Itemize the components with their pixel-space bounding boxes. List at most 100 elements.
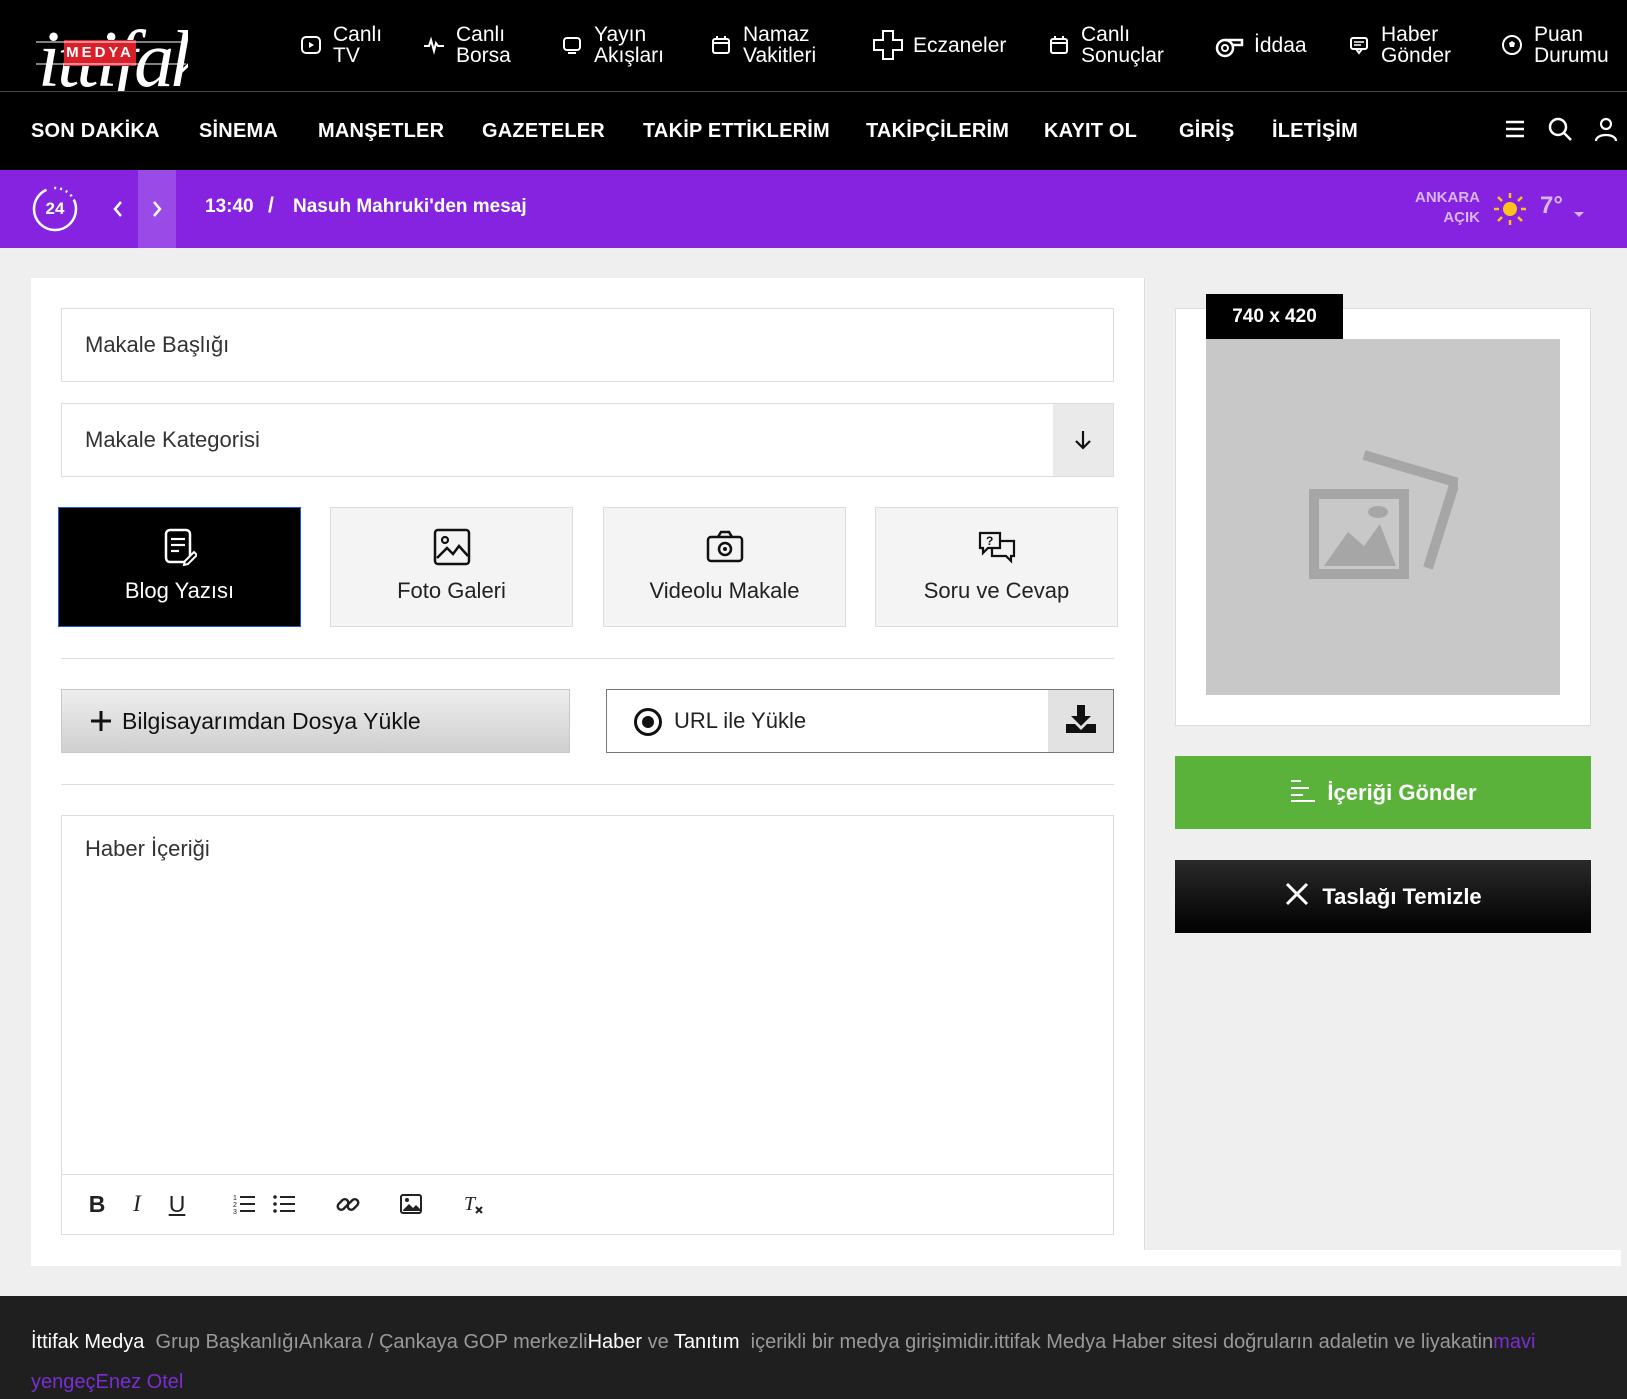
search-icon[interactable] [1545, 114, 1575, 144]
camera-icon [604, 528, 845, 566]
quick-link-canli-tv[interactable]: Canlı TV [297, 14, 382, 76]
clear-draft-button[interactable]: Taslağı Temizle [1175, 860, 1591, 933]
user-icon[interactable] [1591, 114, 1621, 144]
clear-format-icon[interactable]: T [460, 1190, 488, 1218]
quick-link-namaz-vakitleri[interactable]: Namaz Vakitleri [707, 14, 816, 76]
type-soru-ve-cevap-button[interactable]: ? Soru ve Cevap [875, 507, 1118, 627]
nav-kayit-ol[interactable]: KAYIT OL [1044, 120, 1137, 143]
message-icon [1345, 31, 1373, 59]
weather-temp[interactable]: 7° [1540, 192, 1563, 220]
24-hours-icon: 24 [29, 183, 81, 240]
weather-location: ANKARA AÇIK [1400, 188, 1480, 228]
insert-image-icon[interactable] [397, 1190, 425, 1218]
quick-link-iddaa[interactable]: İddaa [1212, 14, 1307, 76]
ticker-headline[interactable]: Nasuh Mahruki'den mesaj [293, 196, 527, 218]
svg-text:?: ? [986, 534, 993, 548]
italic-button[interactable]: I [125, 1190, 149, 1218]
nav-gazeteler[interactable]: GAZETELER [482, 120, 605, 143]
arrow-down-icon[interactable] [1053, 404, 1113, 476]
nav-sinema[interactable]: SİNEMA [199, 120, 278, 143]
bullet-list-icon[interactable] [270, 1190, 298, 1218]
close-icon [1284, 881, 1310, 912]
quick-link-line1: Canlı [333, 23, 383, 46]
link-icon[interactable] [334, 1190, 362, 1218]
sun-icon [1493, 192, 1527, 231]
main-nav: SON DAKİKA SİNEMA MANŞETLER GAZETELER TA… [0, 91, 1627, 170]
quick-link-line1: Canlı [456, 23, 506, 46]
quick-link-line2: Borsa [456, 44, 511, 67]
blog-edit-icon [59, 528, 300, 566]
quick-link-line2: Durumu [1534, 44, 1609, 67]
ordered-list-icon[interactable]: 123 [230, 1190, 258, 1218]
content-editor[interactable]: Haber İçeriği B I U 123 T [61, 815, 1114, 1235]
svg-text:1: 1 [233, 1195, 237, 1202]
nav-giris[interactable]: GİRİŞ [1179, 120, 1234, 143]
breaking-news-ticker: 24 13:40 / Nasuh Mahruki'den mesaj ANKAR… [0, 170, 1627, 248]
content-placeholder: Haber İçeriği [85, 836, 210, 861]
article-title-field[interactable]: Makale Başlığı [61, 308, 1114, 382]
cover-image-placeholder[interactable] [1206, 339, 1560, 695]
underline-button[interactable]: U [165, 1190, 189, 1218]
quick-link-yayin-akislari[interactable]: Yayın Akışları [558, 14, 664, 76]
url-upload-label: URL ile Yükle [674, 708, 807, 733]
type-label: Soru ve Cevap [923, 578, 1070, 603]
ticker-time: 13:40 [205, 196, 254, 217]
quick-link-eczaneler[interactable]: Eczaneler [871, 14, 1006, 76]
site-logo[interactable]: ittifak MEDYA [36, 0, 211, 104]
footer-link-enez-otel[interactable]: Enez Otel [96, 1371, 184, 1393]
caret-down-icon[interactable] [1573, 206, 1585, 224]
nav-mansetler[interactable]: MANŞETLER [318, 120, 444, 143]
type-foto-galeri-button[interactable]: Foto Galeri [330, 507, 573, 627]
quick-link-canli-borsa[interactable]: Canlı Borsa [420, 14, 511, 76]
footer-tanitim: Tanıtım [673, 1331, 740, 1353]
quick-link-canli-sonuclar[interactable]: Canlı Sonuçlar [1045, 14, 1164, 76]
ticker-prev-button[interactable] [99, 170, 137, 248]
type-label: Foto Galeri [397, 578, 506, 603]
quick-link-line1: Yayın [594, 23, 647, 46]
quick-link-line2: Sonuçlar [1081, 44, 1164, 67]
svg-text:3: 3 [233, 1209, 237, 1215]
article-category-select[interactable]: Makale Kategorisi [61, 403, 1114, 477]
calendar-icon [1045, 31, 1073, 59]
type-videolu-makale-button[interactable]: Videolu Makale [603, 507, 846, 627]
radio-target-icon[interactable] [633, 707, 663, 742]
ticker-next-button[interactable] [138, 170, 176, 248]
divider [61, 784, 1114, 785]
nav-takipcilerim[interactable]: TAKİPÇİLERİM [866, 120, 1009, 143]
nav-son-dakika[interactable]: SON DAKİKA [31, 120, 160, 143]
ticker-separator: / [268, 194, 274, 217]
type-blog-yazisi-button[interactable]: Blog Yazısı [58, 507, 301, 627]
align-lines-icon [1289, 777, 1316, 808]
quick-link-line2: Gönder [1381, 44, 1452, 67]
footer-description: İttifak Medya Grup BaşkanlığıAnkara / Ça… [31, 1322, 1591, 1399]
question-chat-icon: ? [876, 528, 1117, 566]
quick-link-line1: İddaa [1254, 33, 1307, 57]
plus-icon [90, 710, 112, 737]
url-upload-field[interactable]: URL ile Yükle [606, 689, 1049, 753]
nav-iletisim[interactable]: İLETİŞİM [1272, 120, 1358, 143]
quick-link-puan-durumu[interactable]: Puan Durumu [1498, 14, 1609, 76]
menu-icon[interactable] [1500, 114, 1530, 144]
quick-link-line1: Puan [1534, 23, 1584, 46]
article-category-placeholder: Makale Kategorisi [85, 427, 260, 452]
quick-link-haber-gonder[interactable]: Haber Gönder [1345, 14, 1451, 76]
upload-from-computer-button[interactable]: Bilgisayarımdan Dosya Yükle [61, 689, 570, 753]
url-download-button[interactable] [1048, 689, 1114, 753]
quick-link-line2: TV [333, 44, 360, 67]
upload-from-computer-label: Bilgisayarımdan Dosya Yükle [122, 708, 421, 734]
logo-badge: MEDYA [66, 44, 134, 61]
send-content-label: İçeriği Gönder [1327, 779, 1477, 805]
type-label: Videolu Makale [649, 578, 800, 603]
image-placeholder-icon [1308, 449, 1462, 585]
article-title-placeholder: Makale Başlığı [85, 332, 230, 357]
send-content-button[interactable]: İçeriği Gönder [1175, 756, 1591, 829]
pulse-icon [420, 31, 448, 59]
weather-city: ANKARA [1415, 189, 1480, 206]
footer-brand: İttifak Medya [31, 1331, 145, 1353]
play-square-icon [297, 31, 325, 59]
ticker-badge: 24 [45, 199, 65, 218]
bold-button[interactable]: B [85, 1190, 109, 1218]
weather-condition: AÇIK [1443, 209, 1480, 226]
nav-takip-ettiklerim[interactable]: TAKİP ETTİKLERİM [643, 120, 830, 143]
site-footer: İttifak Medya Grup BaşkanlığıAnkara / Ça… [0, 1296, 1627, 1399]
